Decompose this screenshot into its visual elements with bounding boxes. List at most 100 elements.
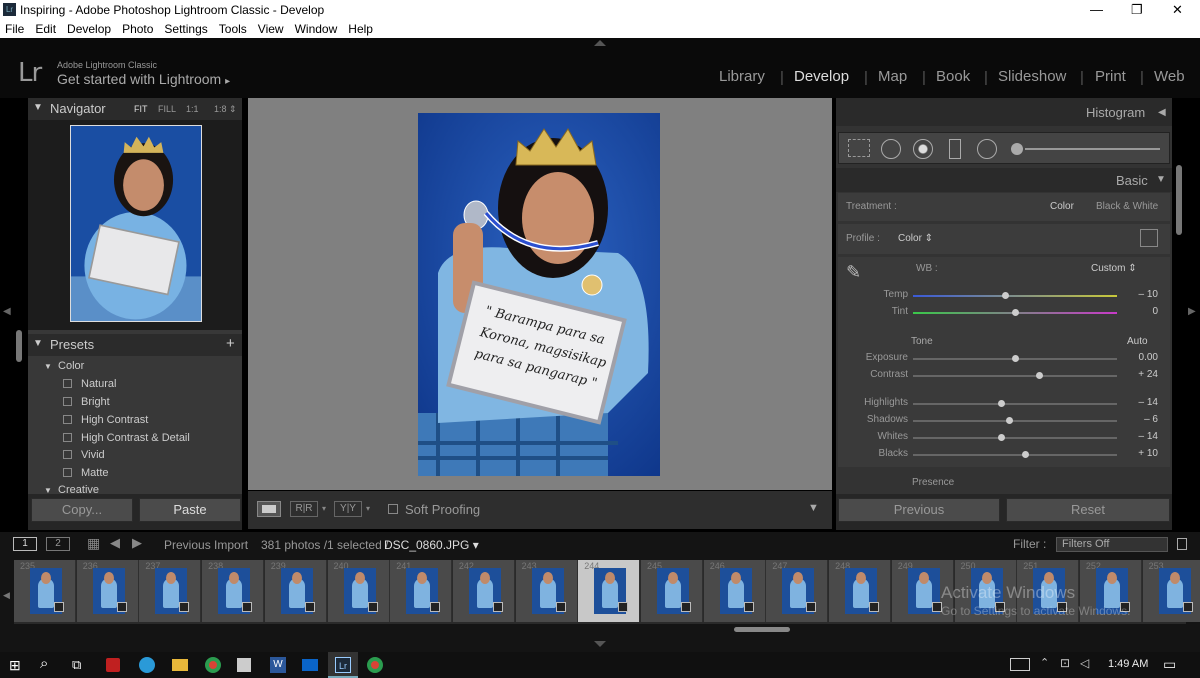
auto-button[interactable]: Auto (1127, 336, 1148, 347)
soft-proofing-checkbox[interactable] (388, 504, 398, 514)
store-icon[interactable] (237, 658, 251, 672)
menu-develop[interactable]: Develop (61, 20, 116, 38)
slider-knob[interactable] (1012, 309, 1019, 316)
preset-group-color[interactable]: ▼ Color (44, 360, 84, 372)
preset-item[interactable]: Matte (63, 467, 109, 479)
basic-header[interactable]: Basic ▼ (836, 168, 1172, 192)
maximize-icon[interactable]: ❐ (1131, 2, 1143, 18)
left-panel-scrollbar[interactable] (16, 330, 22, 362)
filmstrip-left-icon[interactable]: ◀ (3, 590, 10, 601)
search-icon[interactable]: ⌕ (40, 655, 48, 672)
preset-group-creative[interactable]: ▼ Creative (44, 484, 99, 493)
paste-button[interactable]: Paste (139, 498, 241, 522)
menu-window[interactable]: Window (289, 20, 343, 38)
loupe-view-icon[interactable] (257, 501, 281, 517)
module-map[interactable]: Map (878, 68, 907, 85)
brush-size-icon[interactable] (1011, 143, 1023, 155)
network-icon[interactable]: ⊡ (1060, 656, 1070, 670)
filmstrip-thumbnail[interactable]: 243 (515, 560, 578, 622)
filmstrip-thumbnail[interactable]: 235 (14, 560, 76, 622)
preset-item[interactable]: High Contrast (63, 414, 148, 426)
right-panel-scrollbar[interactable] (1176, 165, 1182, 235)
notification-icon[interactable]: ▭ (1163, 656, 1176, 673)
dropdown-icon[interactable]: ▾ (322, 504, 326, 513)
filmstrip-thumbnail[interactable]: 237 (139, 560, 202, 622)
red-eye-icon[interactable] (913, 139, 933, 159)
slider-knob[interactable] (1036, 372, 1044, 379)
slider-track[interactable] (913, 355, 1117, 362)
treatment-bw[interactable]: Black & White (1096, 201, 1158, 212)
task-view-icon[interactable]: ⧉ (72, 657, 81, 673)
secondary-display-button[interactable]: 2 (46, 537, 70, 551)
selected-file[interactable]: DSC_0860.JPG ▾ (384, 538, 479, 552)
filmstrip-thumbnail[interactable]: 253 (1142, 560, 1200, 622)
edge-icon[interactable] (139, 657, 155, 673)
filmstrip-scrollbar[interactable] (734, 627, 790, 632)
add-preset-icon[interactable]: + (226, 335, 235, 352)
filmstrip-thumbnail[interactable]: 239 (264, 560, 327, 622)
slider-track[interactable] (913, 292, 1117, 299)
word-icon[interactable]: W (270, 657, 286, 673)
before-after-split-icon[interactable]: Y|Y (334, 501, 362, 517)
module-web[interactable]: Web (1154, 68, 1185, 85)
slider-track[interactable] (913, 400, 1117, 407)
show-hidden-icons[interactable]: ⌃ (1040, 656, 1049, 669)
slider-value[interactable]: – 6 (1144, 414, 1158, 425)
slider-track[interactable] (913, 451, 1117, 458)
filmstrip-thumbnail[interactable]: 248 (829, 560, 892, 622)
filmstrip-thumbnail[interactable]: 238 (202, 560, 265, 622)
menu-file[interactable]: File (0, 20, 29, 38)
wb-select[interactable]: Custom ⇕ (1091, 263, 1137, 274)
module-develop[interactable]: Develop (794, 68, 849, 85)
module-library[interactable]: Library (719, 68, 765, 85)
collapse-bottom-icon[interactable] (594, 641, 606, 647)
source-label[interactable]: Previous Import (164, 538, 248, 552)
menu-edit[interactable]: Edit (29, 20, 61, 38)
back-arrow-icon[interactable]: ◀ (110, 535, 120, 551)
filmstrip-thumbnail[interactable]: 240 (327, 560, 390, 622)
slider-value[interactable]: – 10 (1139, 289, 1158, 300)
file-explorer-icon[interactable] (172, 659, 188, 671)
grid-icon[interactable]: ▦ (87, 535, 100, 552)
windows-start-icon[interactable]: ⊞ (9, 657, 21, 674)
filmstrip-thumbnail[interactable]: 245 (641, 560, 703, 622)
preset-item[interactable]: High Contrast & Detail (63, 432, 190, 444)
radial-filter-icon[interactable] (977, 139, 997, 159)
chrome-icon[interactable] (205, 657, 221, 673)
wb-eyedropper-icon[interactable]: ✎ (846, 262, 861, 283)
get-started-link[interactable]: Get started with Lightroom ▸ (57, 71, 230, 87)
slider-value[interactable]: 0 (1152, 306, 1158, 317)
module-print[interactable]: Print (1095, 68, 1126, 85)
module-book[interactable]: Book (936, 68, 970, 85)
slider-value[interactable]: – 14 (1139, 397, 1158, 408)
minimize-icon[interactable]: — (1090, 2, 1103, 17)
toolbar-menu-icon[interactable]: ▼ (808, 502, 819, 514)
forward-arrow-icon[interactable]: ▶ (132, 535, 142, 551)
brush-slider[interactable] (1025, 148, 1160, 150)
slider-knob[interactable] (1012, 355, 1019, 362)
slider-track[interactable] (913, 309, 1117, 316)
crop-tool-icon[interactable] (848, 139, 870, 157)
spot-removal-icon[interactable] (881, 139, 901, 159)
slider-track[interactable] (913, 434, 1117, 441)
filter-lock-icon[interactable] (1177, 538, 1187, 550)
zoom-1-8[interactable]: 1:8 ⇕ (214, 104, 237, 115)
preset-item[interactable]: Vivid (63, 449, 105, 461)
slider-value[interactable]: + 10 (1138, 448, 1158, 459)
treatment-color[interactable]: Color (1050, 201, 1074, 212)
menu-help[interactable]: Help (342, 20, 378, 38)
filmstrip-thumbnail[interactable]: 244 (578, 560, 641, 622)
menu-settings[interactable]: Settings (158, 20, 212, 38)
menu-tools[interactable]: Tools (213, 20, 252, 38)
preset-item[interactable]: Natural (63, 378, 116, 390)
slider-value[interactable]: – 14 (1139, 431, 1158, 442)
filmstrip-thumbnail[interactable]: 246 (703, 560, 766, 622)
copy-button[interactable]: Copy... (31, 498, 133, 522)
slider-track[interactable] (913, 372, 1117, 379)
filmstrip-thumbnail[interactable]: 247 (766, 560, 829, 622)
clock[interactable]: 1:49 AM (1108, 658, 1148, 670)
left-panel-toggle-icon[interactable]: ◀ (3, 306, 11, 317)
presets-header[interactable]: ▼ Presets + (28, 334, 242, 356)
module-slideshow[interactable]: Slideshow (998, 68, 1066, 85)
lightroom-taskbar-button[interactable]: Lr (328, 652, 358, 678)
